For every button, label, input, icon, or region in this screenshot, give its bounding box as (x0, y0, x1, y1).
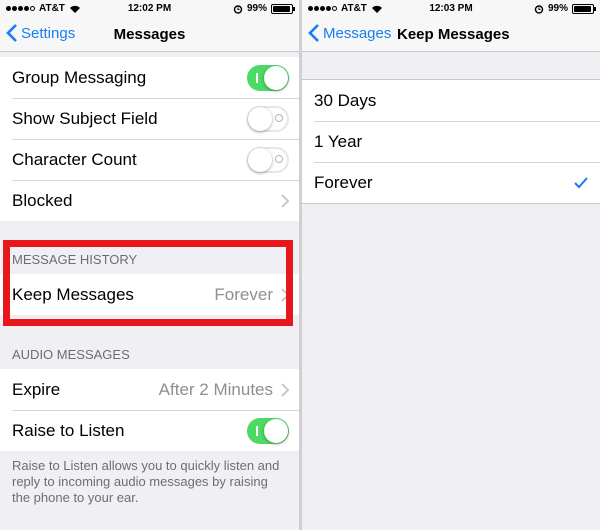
group-messaging-toggle[interactable] (247, 64, 289, 91)
show-subject-field-row: Show Subject Field (0, 98, 299, 139)
blocked-row[interactable]: Blocked (0, 180, 299, 221)
messages-settings-screen: AT&T 12:02 PM 99% Settings Messages Grou… (0, 0, 299, 530)
row-label: Blocked (12, 190, 73, 210)
alarm-icon (233, 4, 243, 14)
row-label: Expire (12, 379, 61, 399)
character-count-toggle[interactable] (247, 146, 289, 173)
highlight-box (3, 240, 293, 326)
chevron-right-icon (281, 382, 289, 397)
battery-icon (271, 3, 295, 14)
option-forever[interactable]: Forever (302, 162, 600, 203)
status-bar: AT&T 12:02 PM 99% (0, 0, 299, 18)
nav-bar: Settings Messages (0, 18, 299, 52)
battery-icon (572, 3, 596, 14)
status-right: 99% (534, 3, 596, 14)
battery-percent: 99% (246, 3, 267, 14)
character-count-row: Character Count (0, 139, 299, 180)
back-label: Messages (323, 24, 392, 42)
back-button-messages[interactable]: Messages (308, 24, 391, 42)
raise-to-listen-footer: Raise to Listen allows you to quickly li… (12, 458, 280, 505)
audio-messages-group: Expire After 2 Minutes Raise to Listen (0, 369, 299, 451)
expire-value: After 2 Minutes (158, 379, 273, 399)
status-right: 99% (233, 3, 295, 14)
group-messaging-row: Group Messaging (0, 57, 299, 98)
row-label: Group Messaging (12, 67, 147, 87)
row-label: Show Subject Field (12, 108, 158, 128)
battery-percent: 99% (547, 3, 568, 14)
back-chevron-icon (308, 24, 319, 42)
option-label: 1 Year (314, 131, 363, 151)
option-label: Forever (314, 172, 373, 192)
raise-to-listen-toggle[interactable] (247, 417, 289, 444)
expire-row[interactable]: Expire After 2 Minutes (0, 369, 299, 410)
option-30-days[interactable]: 30 Days (302, 80, 600, 121)
row-label: Character Count (12, 149, 137, 169)
option-label: 30 Days (314, 90, 377, 110)
row-label: Raise to Listen (12, 420, 125, 440)
option-1-year[interactable]: 1 Year (302, 121, 600, 162)
show-subject-field-toggle[interactable] (247, 105, 289, 132)
page-title: Messages (113, 26, 186, 43)
messages-options-group: Group Messaging Show Subject Field Chara… (0, 57, 299, 221)
checkmark-icon (574, 176, 588, 188)
page-title: Keep Messages (397, 26, 510, 43)
alarm-icon (534, 4, 544, 14)
chevron-right-icon (281, 193, 289, 208)
nav-bar: Messages Keep Messages (302, 18, 600, 52)
audio-messages-header: AUDIO MESSAGES (12, 347, 130, 362)
raise-to-listen-row: Raise to Listen (0, 410, 299, 451)
keep-messages-screen: AT&T 12:03 PM 99% Messages Keep Messages… (302, 0, 600, 530)
status-bar: AT&T 12:03 PM 99% (302, 0, 600, 18)
keep-messages-options: 30 Days 1 Year Forever (302, 79, 600, 204)
